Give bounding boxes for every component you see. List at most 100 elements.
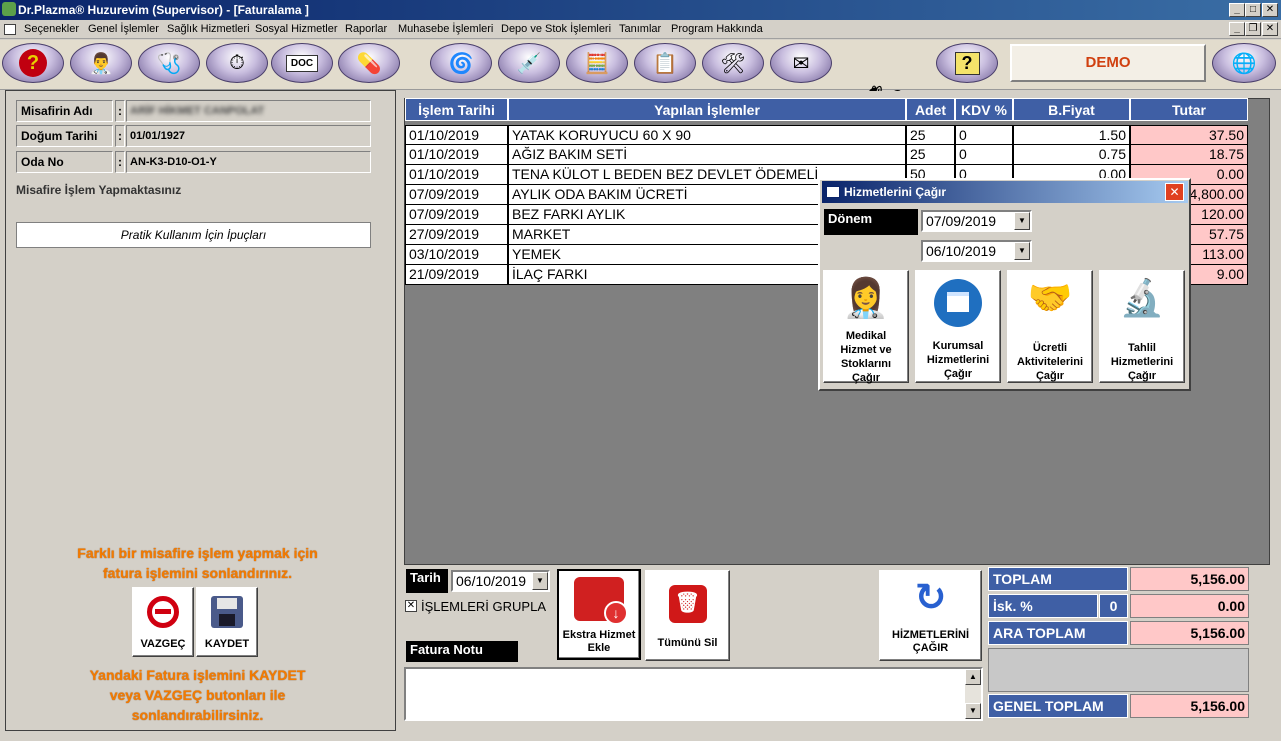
guest-name-value: ARİF HİKMET CANPOLAT xyxy=(126,100,371,122)
invoice-note-textarea[interactable]: ▲ ▼ xyxy=(404,667,983,721)
col-tutar[interactable]: Tutar xyxy=(1130,98,1248,121)
refresh-arrows-icon: ↻ xyxy=(914,577,947,619)
syringe-icon[interactable]: 💉 xyxy=(498,43,560,83)
medical-tools-icon[interactable]: 🩺 xyxy=(138,43,200,83)
cell-date: 21/09/2019 xyxy=(405,265,508,285)
cell-total: 37.50 xyxy=(1130,125,1248,145)
grand-total-label: GENEL TOPLAM xyxy=(988,694,1128,718)
app-icon xyxy=(2,2,16,16)
cell-date: 07/09/2019 xyxy=(405,185,508,205)
room-value: AN-K3-D10-O1-Y xyxy=(126,151,371,173)
colon: : xyxy=(115,151,125,173)
cell-qty: 25 xyxy=(906,145,955,165)
status-text: Misafire İşlem Yapmaktasınız xyxy=(16,183,182,197)
dialog-close-icon[interactable]: ✕ xyxy=(1165,183,1184,201)
trash-icon: 🗑 xyxy=(668,585,707,623)
delete-all-button[interactable]: 🗑 Tümünü Sil xyxy=(645,570,730,661)
medical-services-button[interactable]: 👩‍⚕️ Medikal Hizmet ve Stoklarını Çağır xyxy=(823,270,909,384)
col-kdv[interactable]: KDV % xyxy=(955,98,1013,121)
menu-depo-stok[interactable]: Depo ve Stok İşlemleri xyxy=(501,23,611,35)
cell-unit: 1.50 xyxy=(1013,125,1130,145)
col-yapilan-islemler[interactable]: Yapılan İşlemler xyxy=(508,98,906,121)
doctors-icon[interactable]: 👨‍⚕️ xyxy=(70,43,132,83)
checklist-icon[interactable]: 📋 xyxy=(634,43,696,83)
chevron-down-icon[interactable]: ▼ xyxy=(1014,242,1030,260)
doctor-icon: 👩‍⚕️ xyxy=(842,278,890,320)
word-doc-icon[interactable]: DOC xyxy=(271,43,333,83)
col-adet[interactable]: Adet xyxy=(906,98,955,121)
period-start-date[interactable]: 07/09/2019 ▼ xyxy=(921,210,1032,232)
mail-icon[interactable]: ✉ xyxy=(770,43,832,83)
chevron-down-icon[interactable]: ▼ xyxy=(532,572,548,590)
note-different-guest: Farklı bir misafire işlem yapmak için fa… xyxy=(77,545,318,581)
cell-date: 01/10/2019 xyxy=(405,125,508,145)
save-button[interactable]: KAYDET xyxy=(196,587,258,657)
invoice-date-select[interactable]: 06/10/2019 ▼ xyxy=(451,570,550,592)
people-circle-icon: 🤝 xyxy=(1027,277,1073,318)
lab-services-button[interactable]: 🔬 Tahlil Hizmetlerini Çağır xyxy=(1099,270,1185,383)
cell-unit: 0.75 xyxy=(1013,145,1130,165)
cell-kdv: 0 xyxy=(955,125,1013,145)
cell-date: 01/10/2019 xyxy=(405,145,508,165)
calendar-icon xyxy=(934,279,982,327)
floppy-icon xyxy=(211,596,243,628)
maximize-icon[interactable]: □ xyxy=(1245,3,1261,17)
menu-sosyal-hizmetler[interactable]: Sosyal Hizmetler xyxy=(255,23,338,35)
extra-service-button[interactable]: ↓ Ekstra Hizmet Ekle xyxy=(557,569,641,660)
dialog-title: Hizmetlerini Çağır xyxy=(822,181,1188,203)
discount-label: İsk. % xyxy=(988,594,1098,618)
toplam-label: TOPLAM xyxy=(988,567,1128,591)
globe-icon[interactable]: 🌐 xyxy=(1212,43,1276,83)
colon: : xyxy=(115,100,125,122)
stopwatch-icon[interactable]: ⏱ xyxy=(206,43,268,83)
cell-date: 01/10/2019 xyxy=(405,165,508,185)
menu-program-hakkinda[interactable]: Program Hakkında xyxy=(671,23,763,35)
note-scrollbar[interactable]: ▲ ▼ xyxy=(965,669,981,719)
mdi-close-icon[interactable]: ✕ xyxy=(1262,22,1278,36)
spiral-icon[interactable]: 🌀 xyxy=(430,43,492,83)
guest-name-label: Misafirin Adı xyxy=(16,100,113,122)
note-save-or-cancel: Yandaki Fatura işlemini KAYDET veya VAZG… xyxy=(89,667,306,723)
menu-bar: Seçenekler Genel İşlemler Sağlık Hizmetl… xyxy=(0,20,1281,39)
cancel-button[interactable]: VAZGEÇ xyxy=(132,587,194,657)
question-note-icon[interactable]: ? xyxy=(936,43,998,83)
cell-total: 18.75 xyxy=(1130,145,1248,165)
col-islem-tarihi[interactable]: İşlem Tarihi xyxy=(405,98,508,121)
menu-saglik-hizmetleri[interactable]: Sağlık Hizmetleri xyxy=(167,23,250,35)
help-head-icon[interactable]: ? xyxy=(2,43,64,83)
mdi-minimize-icon[interactable]: _ xyxy=(1229,22,1245,36)
period-end-date[interactable]: 06/10/2019 ▼ xyxy=(921,240,1032,262)
invoice-note-label: Fatura Notu xyxy=(406,641,518,662)
summary-spacer xyxy=(988,648,1249,692)
mdi-restore-icon[interactable]: ❐ xyxy=(1245,22,1261,36)
tips-button[interactable]: Pratik Kullanım İçin İpuçları xyxy=(16,222,371,248)
discount-percent[interactable]: 0 xyxy=(1099,594,1128,618)
pills-icon[interactable]: 💊 xyxy=(338,43,400,83)
paid-activities-button[interactable]: 🤝 Ücretli Aktivitelerini Çağır xyxy=(1007,270,1093,383)
title-bar: Dr.Plazma® Huzurevim (Supervisor) - [Fat… xyxy=(0,0,1281,20)
group-items-checkbox[interactable]: ✕ İŞLEMLERİ GRUPLA xyxy=(405,598,549,616)
menu-muhasebe-islemleri[interactable]: Muhasebe İşlemleri xyxy=(398,23,493,35)
menu-secenekler[interactable]: Seçenekler xyxy=(24,23,79,35)
close-icon[interactable]: ✕ xyxy=(1262,3,1278,17)
cell-item: YATAK KORUYUCU 60 X 90 xyxy=(508,125,906,145)
scroll-up-icon[interactable]: ▲ xyxy=(965,669,981,685)
cell-qty: 25 xyxy=(906,125,955,145)
menu-tanimlar[interactable]: Tanımlar xyxy=(619,23,661,35)
cell-date: 27/09/2019 xyxy=(405,225,508,245)
calculator-icon[interactable]: 🧮 xyxy=(566,43,628,83)
menu-raporlar[interactable]: Raporlar xyxy=(345,23,387,35)
chevron-down-icon[interactable]: ▼ xyxy=(1014,212,1030,230)
col-bfiyat[interactable]: B.Fiyat xyxy=(1013,98,1130,121)
discount-value: 0.00 xyxy=(1130,594,1249,618)
menu-genel-islemler[interactable]: Genel İşlemler xyxy=(88,23,159,35)
call-services-button[interactable]: ↻ HİZMETLERİNİ ÇAĞIR xyxy=(879,570,982,661)
subtotal-value: 5,156.00 xyxy=(1130,621,1249,645)
scroll-down-icon[interactable]: ▼ xyxy=(965,703,981,719)
period-label: Dönem xyxy=(824,209,918,235)
checkbox-checked-icon[interactable]: ✕ xyxy=(405,600,417,612)
window-title: Dr.Plazma® Huzurevim (Supervisor) - [Fat… xyxy=(18,3,309,17)
corporate-services-button[interactable]: Kurumsal Hizmetlerini Çağır xyxy=(915,270,1001,383)
tools-icon[interactable]: 🛠 xyxy=(702,43,764,83)
minimize-icon[interactable]: _ xyxy=(1229,3,1245,17)
